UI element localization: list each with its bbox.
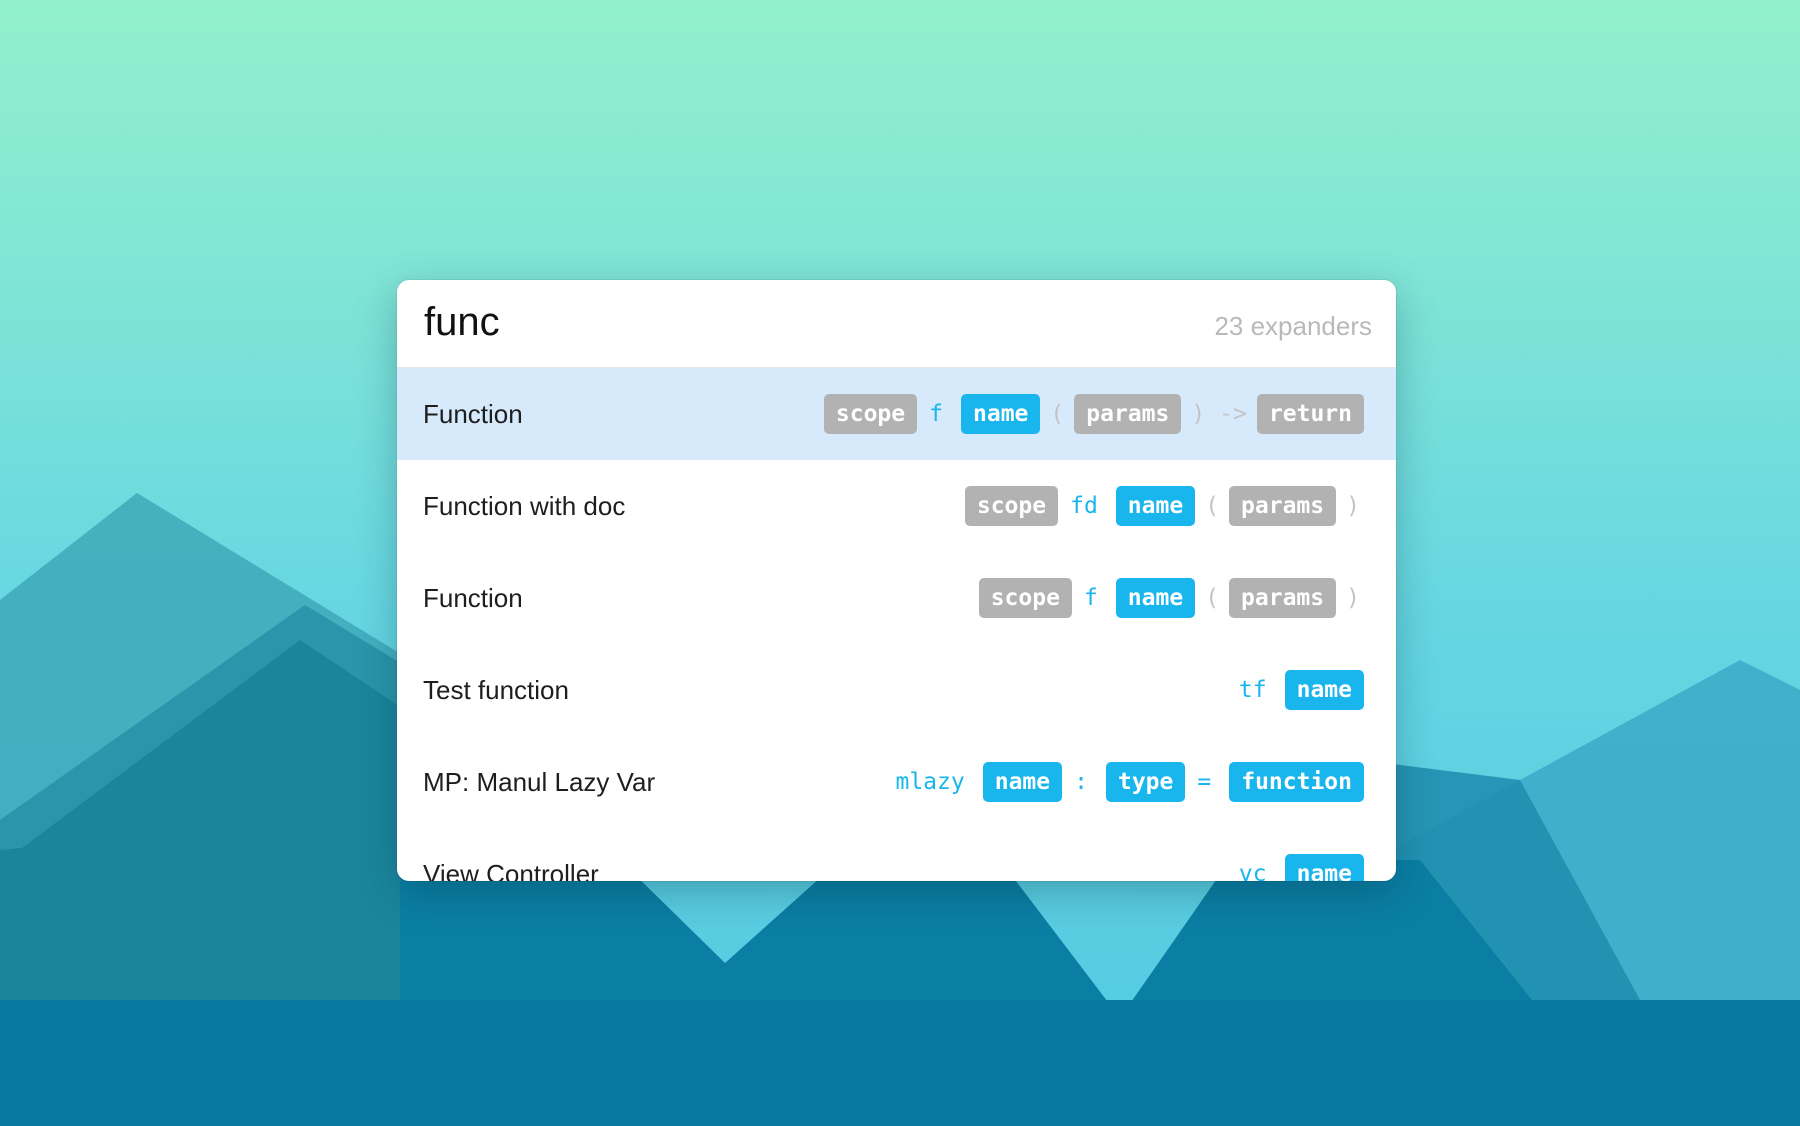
punctuation-token: ) xyxy=(1346,493,1360,519)
result-row[interactable]: Function with doc scope fd name ( params) xyxy=(397,460,1396,552)
result-row[interactable]: Function scope f name ( params) -> return xyxy=(397,368,1396,460)
results-list[interactable]: Function scope f name(params) -> return Functi… xyxy=(397,368,1396,881)
placeholder-token: return xyxy=(1256,394,1364,434)
expander-search-window: func 23 expanders Function scope f name(par… xyxy=(397,280,1396,881)
result-template: vc name xyxy=(1233,854,1364,881)
result-title: MP: Manul Lazy Var xyxy=(423,766,656,797)
placeholder-token: scope xyxy=(964,486,1059,526)
mountain-valley-floor xyxy=(0,1000,1800,1126)
result-template: scope f name ( params) -> return xyxy=(823,394,1364,434)
keyword-token: : xyxy=(1074,769,1088,795)
placeholder-token: name xyxy=(961,394,1041,434)
result-title: Function xyxy=(423,582,523,613)
keyword-token: f xyxy=(929,401,943,427)
result-template: mlazy name: type = function xyxy=(889,762,1364,802)
result-template: scope fd name ( params) xyxy=(964,486,1364,526)
result-title: Function with doc xyxy=(423,490,626,521)
result-row[interactable]: Function scope f name ( params) xyxy=(397,552,1396,644)
punctuation-token: ) xyxy=(1191,401,1206,427)
result-row[interactable]: View Controller vc name xyxy=(397,828,1396,881)
result-row[interactable]: MP: Manul Lazy Var mlazy name: type = functio… xyxy=(397,736,1396,828)
result-title: View Controller xyxy=(423,858,599,882)
placeholder-token: params xyxy=(1229,486,1337,526)
keyword-token: vc xyxy=(1238,861,1267,881)
punctuation-token: ( xyxy=(1205,585,1220,611)
keyword-token: fd xyxy=(1070,493,1098,519)
punctuation-token: ( xyxy=(1205,493,1220,519)
placeholder-token: name xyxy=(1115,486,1196,526)
result-row[interactable]: Test function tf name xyxy=(397,644,1396,736)
result-template: tf name xyxy=(1233,670,1364,710)
placeholder-token: name xyxy=(1115,578,1196,618)
punctuation-token: ( xyxy=(1050,401,1065,427)
placeholder-token: type xyxy=(1105,762,1186,802)
result-template: scope f name ( params) xyxy=(978,578,1364,618)
placeholder-token: params xyxy=(1229,578,1337,618)
placeholder-token: name xyxy=(982,762,1063,802)
placeholder-token: name xyxy=(1284,670,1364,710)
placeholder-token: function xyxy=(1229,762,1364,802)
placeholder-token: scope xyxy=(978,578,1072,618)
keyword-token: tf xyxy=(1238,677,1267,703)
result-title: Test function xyxy=(423,674,569,705)
placeholder-token: params xyxy=(1074,394,1182,434)
placeholder-token: scope xyxy=(823,394,918,434)
search-bar: func 23 expanders xyxy=(397,280,1396,368)
search-input[interactable]: func xyxy=(424,298,500,346)
punctuation-token: -> xyxy=(1219,401,1247,427)
keyword-token: mlazy xyxy=(895,769,965,795)
placeholder-token: name xyxy=(1284,854,1364,881)
result-count: 23 expanders xyxy=(1214,311,1372,341)
result-title: Function xyxy=(423,398,523,429)
punctuation-token: ) xyxy=(1346,585,1360,611)
keyword-token: = xyxy=(1197,769,1212,795)
keyword-token: f xyxy=(1083,585,1098,611)
